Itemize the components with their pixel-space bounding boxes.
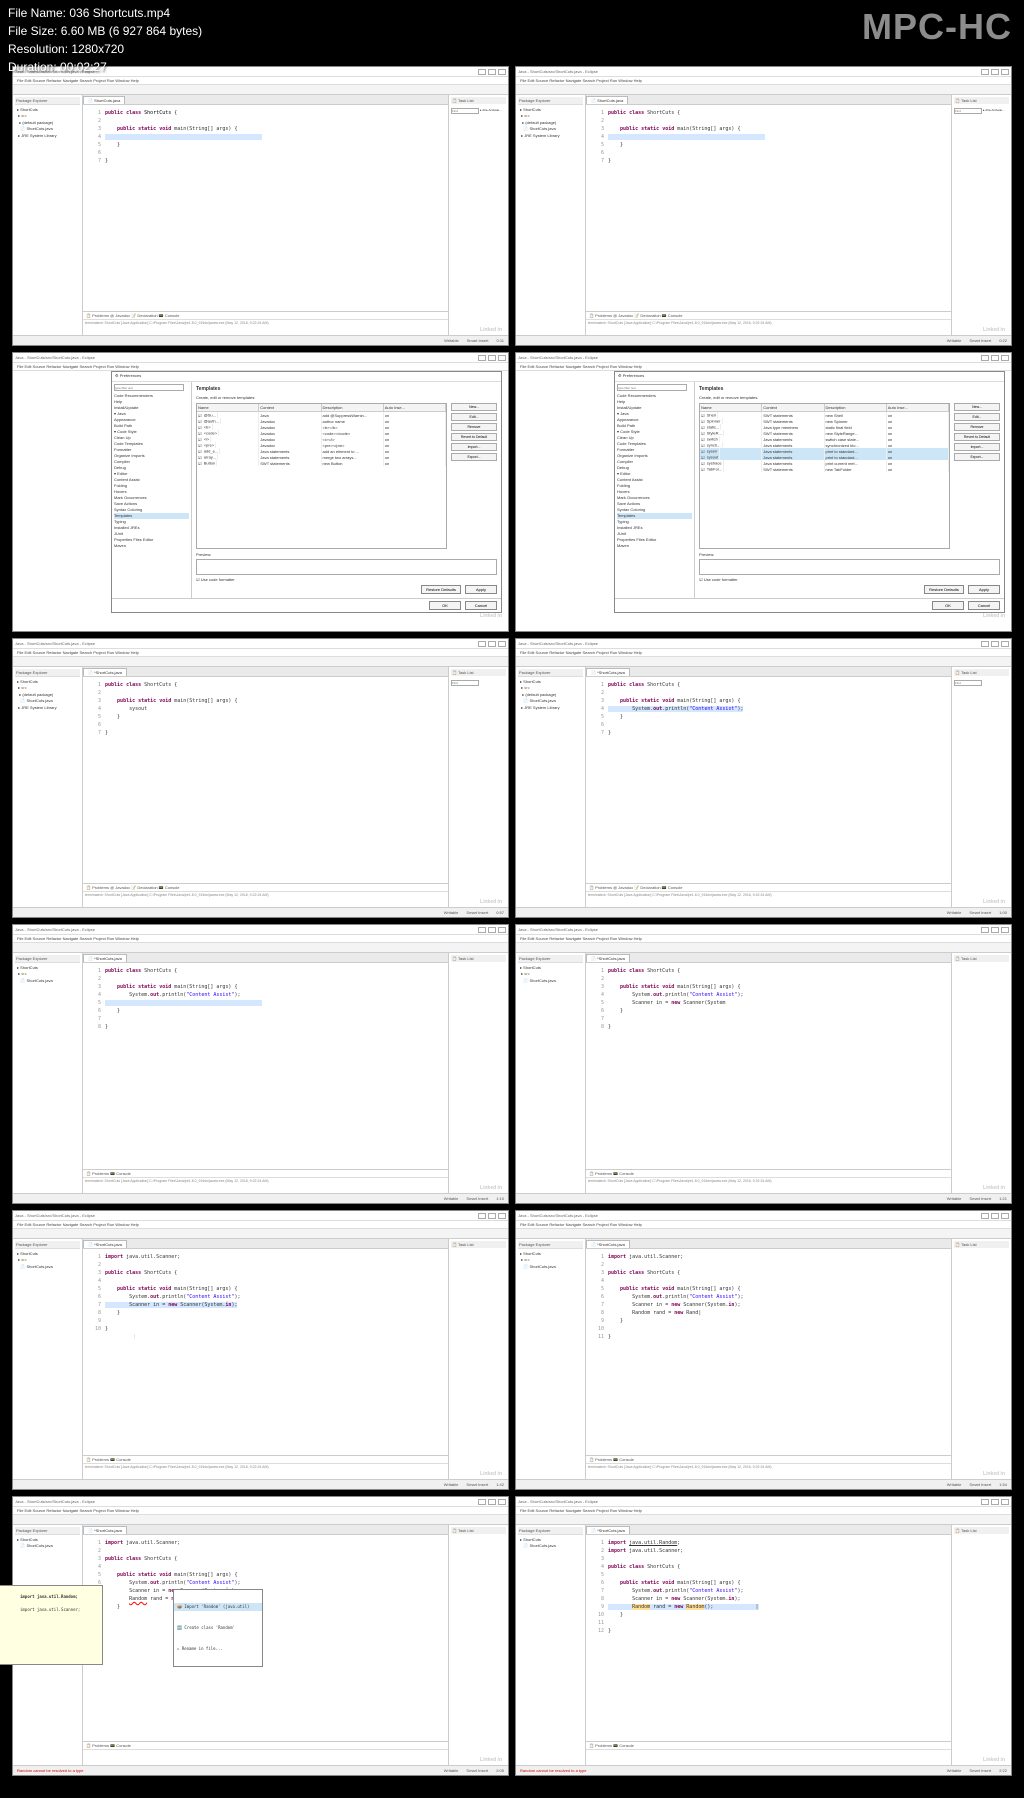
thumb-5: Java - ShortCuts/src/ShortCuts.java - Ec… bbox=[12, 638, 509, 918]
thumb-10: Java - ShortCuts/src/ShortCuts.java - Ec… bbox=[515, 1210, 1012, 1490]
thumb-2: Java - ShortCuts/src/ShortCuts.java - Ec… bbox=[515, 66, 1012, 346]
remove-button[interactable]: Remove bbox=[451, 423, 497, 431]
thumb-4: Java - ShortCuts/src/ShortCuts.java - Ec… bbox=[515, 352, 1012, 632]
thumb-6: Java - ShortCuts/src/ShortCuts.java - Ec… bbox=[515, 638, 1012, 918]
statusbar: WritableSmart Insert0:11 bbox=[13, 335, 508, 345]
ok-button[interactable]: OK bbox=[429, 601, 461, 610]
package-explorer[interactable]: Package Explorer ▸ ShortCuts ▸ src ▸ (de… bbox=[13, 95, 83, 335]
file-info-overlay: File Name: 036 Shortcuts.mp4 File Size: … bbox=[8, 4, 202, 76]
menubar[interactable]: File Edit Source Refactor Navigate Searc… bbox=[13, 77, 508, 85]
export-button[interactable]: Export... bbox=[451, 453, 497, 461]
cancel-button[interactable]: Cancel bbox=[465, 601, 497, 610]
thumb-1: Java - ShortCuts/src/ShortCuts.java - Ec… bbox=[12, 66, 509, 346]
thumbnail-grid: Java - ShortCuts/src/ShortCuts.java - Ec… bbox=[12, 66, 1012, 1776]
thumb-11: Java - ShortCuts/src/ShortCuts.java - Ec… bbox=[12, 1496, 509, 1776]
revert-button[interactable]: Revert to Default bbox=[451, 433, 497, 441]
find-input[interactable] bbox=[451, 108, 479, 114]
templates-table[interactable]: NameContextDescriptionAuto Inse... ☑ @Su… bbox=[196, 403, 447, 549]
preferences-dialog[interactable]: ⚙ Preferences Code RecommendersHelpInsta… bbox=[111, 371, 502, 613]
toolbar[interactable] bbox=[13, 85, 508, 95]
thumb-7: Java - ShortCuts/src/ShortCuts.java - Ec… bbox=[12, 924, 509, 1204]
import-button[interactable]: Import... bbox=[451, 443, 497, 451]
prefs-tree[interactable]: Code RecommendersHelpInstall/Update ▾ Ja… bbox=[112, 382, 192, 598]
mpc-watermark: MPC-HC bbox=[862, 6, 1012, 48]
task-list[interactable]: 📋 Task List ▸ All ▸ Activate... bbox=[448, 95, 508, 335]
editor-area[interactable]: 📄 ShortCuts.java 1public class ShortCuts… bbox=[83, 95, 448, 335]
editor-tab[interactable]: 📄 ShortCuts.java bbox=[83, 96, 125, 104]
edit-button[interactable]: Edit... bbox=[451, 413, 497, 421]
thumb-8: Java - ShortCuts/src/ShortCuts.java - Ec… bbox=[515, 924, 1012, 1204]
thumb-12: Java - ShortCuts/src/ShortCuts.java - Ec… bbox=[515, 1496, 1012, 1776]
linkedin-watermark: Linked in bbox=[480, 327, 502, 333]
filter-input[interactable] bbox=[114, 384, 184, 391]
bottom-panel[interactable]: 📋 Problems @ Javadoc 📝 Declaration 📟 Con… bbox=[83, 311, 448, 335]
new-button[interactable]: New... bbox=[451, 403, 497, 411]
import-tooltip: import java.util.Random; import java.uti… bbox=[0, 1585, 103, 1665]
quickfix-popup[interactable]: 📦 Import 'Random' (java.util) 🆕 Create c… bbox=[173, 1589, 263, 1667]
code-editor[interactable]: 1public class ShortCuts { 2 3 public sta… bbox=[83, 105, 448, 311]
thumb-3: Java - ShortCuts/src/ShortCuts.java - Ec… bbox=[12, 352, 509, 632]
thumb-9: Java - ShortCuts/src/ShortCuts.java - Ec… bbox=[12, 1210, 509, 1490]
